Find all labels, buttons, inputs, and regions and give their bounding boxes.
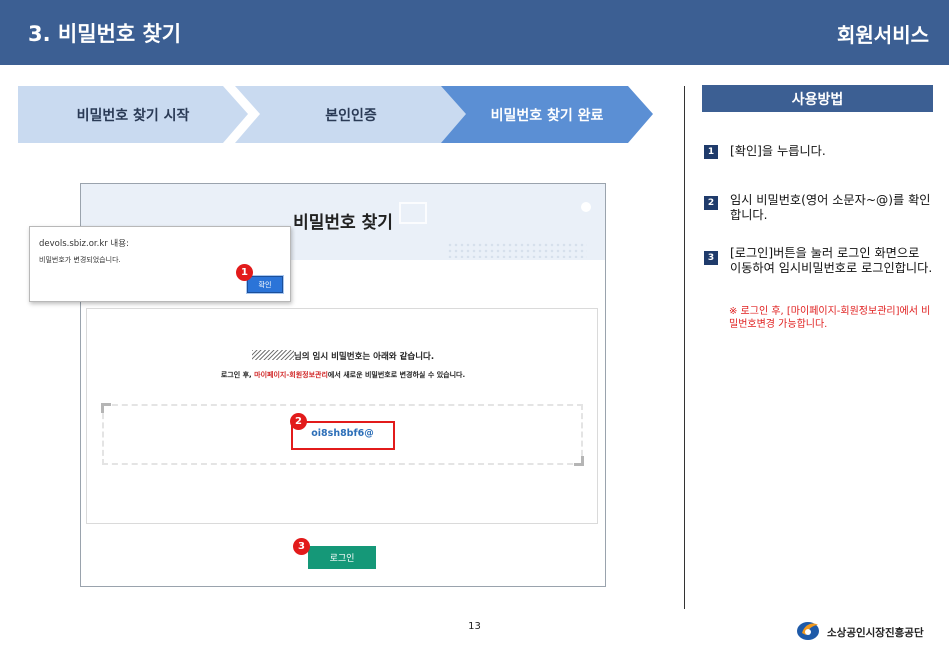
org-name: 소상공인시장진흥공단 — [827, 627, 924, 639]
step-label: 비밀번호 찾기 시작 — [76, 107, 190, 124]
step-badge-1: 1 — [236, 264, 253, 281]
dialog-host: devols.sbiz.or.kr 내용: — [39, 239, 129, 249]
step-badge-3: 3 — [293, 538, 310, 555]
instruction-number: 2 — [704, 196, 718, 210]
divider — [684, 86, 685, 609]
step-progress: 비밀번호 찾기 시작 본인인증 비밀번호 찾기 완료 — [18, 86, 658, 143]
change-guide: 로그인 후, 마이페이지-회원정보관리에서 새로운 비밀번호로 변경하실 수 있… — [87, 370, 599, 380]
ok-button[interactable]: 확인 — [246, 275, 284, 294]
note-text: ※ 로그인 후, [마이페이지-회원정보관리]에서 비밀번호변경 가능합니다. — [729, 306, 931, 330]
mypage-link-text: 마이페이지-회원정보관리 — [254, 371, 328, 379]
header-bar: 3. 비밀번호 찾기 회원서비스 — [0, 0, 949, 65]
guide-prefix: 로그인 후, — [220, 371, 255, 379]
instruction-text: [확인]을 누릅니다. — [730, 144, 826, 158]
instruction-text: [로그인]버튼을 눌러 로그인 화면으로 이동하여 임시비밀번호로 로그인합니다… — [730, 246, 933, 275]
page: 3. 비밀번호 찾기 회원서비스 비밀번호 찾기 시작 본인인증 비밀번호 찾기… — [0, 0, 949, 648]
page-title: 3. 비밀번호 찾기 — [28, 22, 182, 46]
dialog-message: 비밀번호가 변경되었습니다. — [39, 256, 121, 264]
masked-name — [251, 350, 294, 360]
guide-suffix: 에서 새로운 비밀번호로 변경하실 수 있습니다. — [327, 371, 466, 379]
step-label: 본인인증 — [325, 107, 377, 124]
instruction-number: 3 — [704, 251, 718, 265]
decor-dots — [447, 242, 587, 258]
instruction-number: 1 — [704, 145, 718, 159]
intro-text: 님의 임시 비밀번호는 아래와 같습니다. — [293, 352, 435, 362]
step-verify: 본인인증 — [235, 86, 467, 143]
instruction-1: 1 [확인]을 누릅니다. — [704, 144, 934, 162]
instruction-text: 임시 비밀번호(영어 소문자~@)를 확인합니다. — [730, 193, 931, 222]
temp-password-intro: 님의 임시 비밀번호는 아래와 같습니다. — [87, 350, 599, 362]
step-badge-2: 2 — [290, 413, 307, 430]
corner-mark — [101, 403, 111, 413]
alert-dialog: devols.sbiz.or.kr 내용: 비밀번호가 변경되었습니다. 확인 — [29, 226, 291, 302]
password-highlight-box — [291, 421, 395, 450]
instruction-2: 2 임시 비밀번호(영어 소문자~@)를 확인합니다. — [704, 193, 934, 225]
step-start: 비밀번호 찾기 시작 — [18, 86, 248, 143]
section-title: 회원서비스 — [837, 23, 929, 47]
login-button[interactable]: 로그인 — [308, 546, 376, 569]
org-logo-icon — [797, 622, 819, 640]
step-complete: 비밀번호 찾기 완료 — [441, 86, 653, 143]
howto-title: 사용방법 — [702, 85, 933, 112]
corner-mark — [574, 456, 584, 466]
step-label: 비밀번호 찾기 완료 — [490, 107, 604, 124]
instruction-3: 3 [로그인]버튼을 눌러 로그인 화면으로 이동하여 임시비밀번호로 로그인합… — [704, 246, 934, 294]
result-panel: 님의 임시 비밀번호는 아래와 같습니다. 로그인 후, 마이페이지-회원정보관… — [86, 308, 598, 524]
